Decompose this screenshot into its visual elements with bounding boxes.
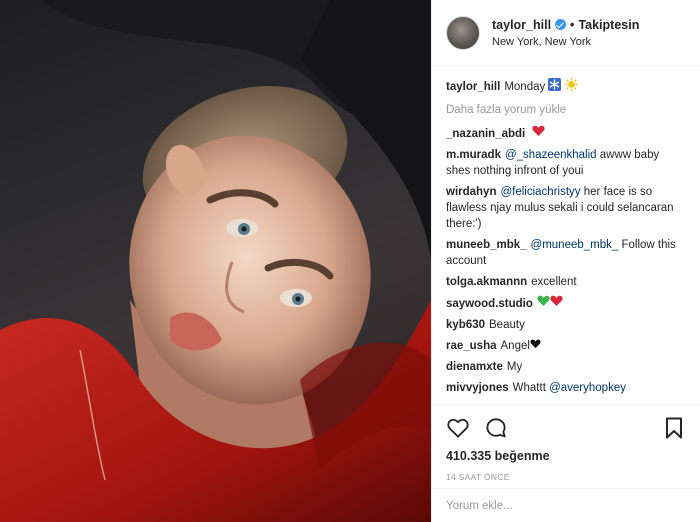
post-timestamp[interactable]: 14 SAAT ÖNCE	[446, 472, 686, 482]
comment-text: Angel	[500, 340, 530, 353]
comment-item: tolga.akmannn excellent	[446, 274, 686, 290]
post-header: taylor_hill • Takiptesin New York, New Y…	[432, 0, 700, 66]
comment-username[interactable]: dienamxte	[446, 361, 503, 373]
bookmark-icon[interactable]	[662, 416, 686, 440]
action-icons	[446, 413, 686, 443]
verified-badge-icon	[555, 19, 567, 30]
red-heart-icon	[550, 295, 563, 312]
comment-username[interactable]: rae_usha	[446, 340, 497, 352]
sun-icon	[564, 78, 578, 96]
comment-username[interactable]: tolga.akmannn	[446, 276, 527, 288]
follow-status-button[interactable]: Takiptesin	[578, 18, 639, 32]
side-panel: taylor_hill • Takiptesin New York, New Y…	[431, 0, 700, 522]
comment-icon[interactable]	[484, 416, 508, 440]
comment-item: wirdahyn @feliciachristyy her face is so …	[446, 184, 686, 232]
comment-item: kyb630 Beauty	[446, 317, 686, 333]
comment-mention-link[interactable]: @muneeb_mbk_	[531, 239, 619, 251]
snowflake-icon	[548, 78, 562, 96]
comment-item: rae_usha Angel	[446, 338, 686, 354]
comment-mention-link[interactable]: @feliciachristyy	[500, 186, 580, 198]
comment-mention-link[interactable]: @_shazeenkhalid	[505, 149, 597, 161]
comments-list: taylor_hill Monday Daha fazla yorum yükle…	[432, 66, 700, 404]
post-actions: 410.335 beğenme 14 SAAT ÖNCE	[432, 404, 700, 522]
black-heart-icon	[530, 338, 541, 354]
comment-username[interactable]: _nazanin_abdi	[446, 128, 525, 140]
comment-mention-link[interactable]: @averyhopkey	[549, 382, 626, 394]
comment-username[interactable]: wirdahyn	[446, 186, 496, 198]
comment-item: m.muradk @_shazeenkhalid awww baby shes n…	[446, 147, 686, 179]
comment-text: My	[506, 361, 523, 374]
comment-text: excellent	[531, 276, 577, 288]
location-link[interactable]: New York, New York	[492, 36, 639, 48]
header-text: taylor_hill • Takiptesin New York, New Y…	[492, 18, 639, 48]
red-heart-icon	[532, 125, 546, 142]
comment-username[interactable]: muneeb_mbk_	[446, 239, 527, 251]
portrait-image	[0, 0, 431, 522]
caption-username[interactable]: taylor_hill	[446, 81, 500, 93]
comment-username[interactable]: mivvyjones	[446, 382, 509, 394]
comment-username[interactable]: m.muradk	[446, 149, 501, 161]
comment-item: saywood.studio	[446, 295, 686, 312]
comment-item: mivvyjones Whattt @averyhopkey	[446, 380, 686, 396]
separator-dot: •	[570, 17, 575, 32]
load-more-comments-link[interactable]: Daha fazla yorum yükle	[446, 102, 686, 118]
post-photo[interactable]	[0, 0, 431, 522]
likes-count[interactable]: 410.335 beğenme	[446, 449, 686, 463]
caption: taylor_hill Monday	[446, 78, 686, 96]
add-comment-bar	[432, 488, 700, 522]
add-comment-input[interactable]	[446, 499, 686, 512]
comment-item: dienamxte My	[446, 359, 686, 375]
green-heart-icon	[537, 295, 550, 312]
instagram-post: taylor_hill • Takiptesin New York, New Y…	[0, 0, 700, 522]
heart-icon[interactable]	[446, 416, 470, 440]
comment-text: Whattt	[512, 382, 546, 395]
comment-username[interactable]: saywood.studio	[446, 298, 533, 310]
comment-username[interactable]: kyb630	[446, 319, 485, 331]
comment-text: Beauty	[489, 319, 525, 331]
comment-item: _nazanin_abdi	[446, 125, 686, 142]
comment-item: muneeb_mbk_ @muneeb_mbk_ Follow this acco…	[446, 237, 686, 269]
header-line: taylor_hill • Takiptesin	[492, 18, 639, 32]
avatar[interactable]	[446, 15, 480, 50]
caption-text: Monday	[504, 81, 546, 94]
header-username[interactable]: taylor_hill	[492, 18, 551, 32]
